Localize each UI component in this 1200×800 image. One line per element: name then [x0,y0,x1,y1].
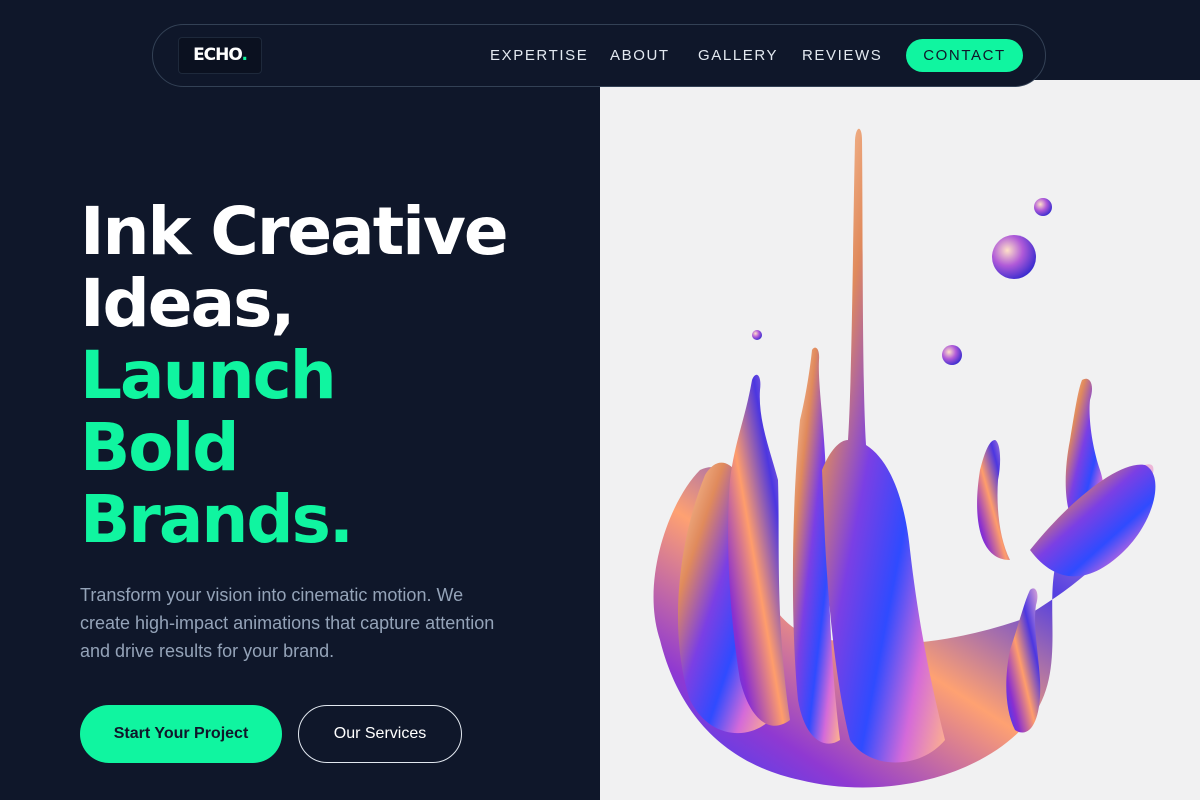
contact-button[interactable]: CONTACT [906,39,1023,72]
headline-line-2: Ideas, [80,265,295,342]
our-services-button[interactable]: Our Services [298,705,462,763]
hero-subtitle: Transform your vision into cinematic mot… [80,585,495,661]
headline-line-4: Bold [80,409,240,486]
logo-text: ECHO [193,45,242,65]
start-project-button[interactable]: Start Your Project [80,705,282,763]
hero-headline: Ink Creative Ideas, Launch Bold Brands. [80,193,509,558]
nav-link-about[interactable]: ABOUT [610,46,670,66]
echo-logo[interactable]: ECHO. [178,37,262,74]
headline-line-3: Launch [80,337,337,414]
headline-line-5: Brands. [80,481,354,558]
top-navigation: ECHO. EXPERTISE ABOUT GALLERY REVIEWS CO… [152,24,1046,87]
logo-dot: . [241,45,248,65]
nav-link-reviews[interactable]: REVIEWS [802,46,882,66]
nav-link-gallery[interactable]: GALLERY [698,46,778,66]
liquid-splash-illustration [653,128,1156,788]
hero-image-panel [600,80,1200,800]
nav-link-expertise[interactable]: EXPERTISE [490,46,588,66]
headline-line-1: Ink Creative [80,193,509,270]
